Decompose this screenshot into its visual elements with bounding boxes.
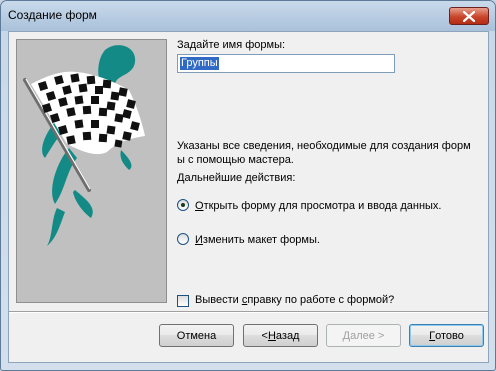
info-line-1: Указаны все сведения, необходимые для со… xyxy=(177,140,471,152)
back-button[interactable]: < Назад xyxy=(243,324,318,347)
window-title: Создание форм xyxy=(8,8,97,22)
title-bar[interactable]: Создание форм xyxy=(1,1,495,31)
radio-edit-layout[interactable] xyxy=(177,233,189,245)
next-actions-label: Дальнейшие действия: xyxy=(177,172,296,184)
help-checkbox-label[interactable]: Вывести справку по работе с формой? xyxy=(195,294,394,306)
radio-open-form[interactable] xyxy=(177,199,189,211)
help-checkbox[interactable] xyxy=(177,295,189,307)
next-button[interactable]: Далее > xyxy=(326,324,401,347)
finish-button[interactable]: Готово xyxy=(409,324,484,347)
checkered-flag-icon xyxy=(23,45,145,246)
radio-open-form-label[interactable]: Открыть форму для просмотра и ввода данн… xyxy=(195,200,441,212)
info-line-2: ы с помощью мастера. xyxy=(177,154,294,166)
wizard-body: Задайте имя формы: Группы Указаны все св… xyxy=(8,31,489,363)
form-name-label: Задайте имя формы: xyxy=(177,39,286,51)
close-icon xyxy=(463,10,475,22)
cancel-button[interactable]: Отмена xyxy=(159,324,234,347)
radio-edit-layout-label[interactable]: Изменить макет формы. xyxy=(195,234,320,246)
wizard-image-panel xyxy=(16,39,167,303)
button-separator xyxy=(9,311,488,313)
close-button[interactable] xyxy=(449,7,489,25)
wizard-window: Создание форм Задайте имя формы: Группы … xyxy=(0,0,496,371)
form-name-input[interactable]: Группы xyxy=(177,54,395,73)
radio-selected-dot xyxy=(181,203,185,207)
form-name-value: Группы xyxy=(180,57,219,70)
